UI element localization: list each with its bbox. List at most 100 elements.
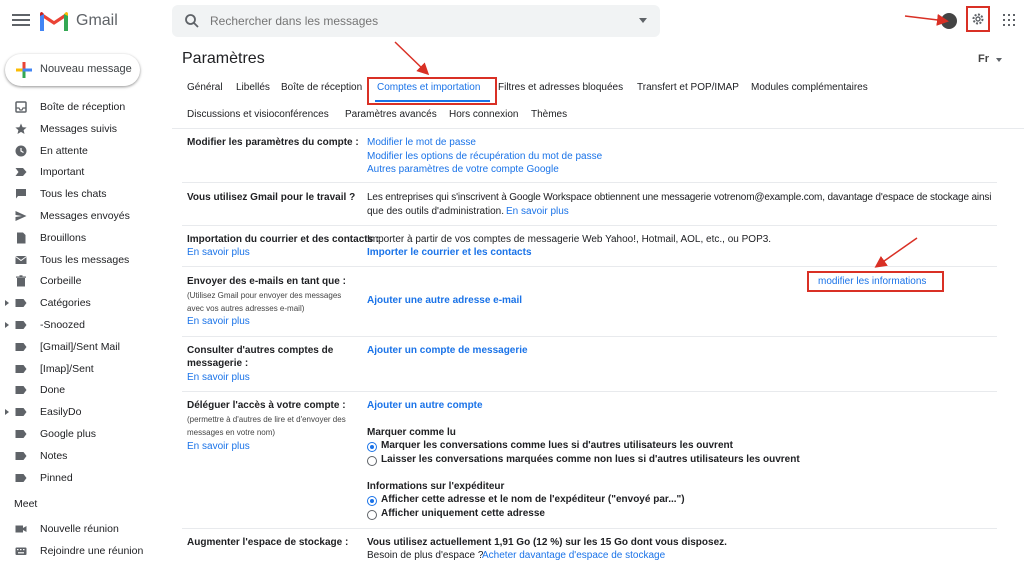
google-apps-icon[interactable] — [1003, 14, 1015, 26]
show-sender-radio[interactable] — [367, 496, 377, 506]
label-icon — [15, 299, 27, 308]
sidebar-item-label: Pinned — [40, 471, 73, 484]
import-mail-contacts-link[interactable]: Importer le courrier et les contacts — [367, 247, 532, 258]
settings-tab[interactable]: Paramètres avancés — [345, 109, 437, 120]
sidebar-item[interactable]: Done — [0, 379, 170, 401]
mail-icon — [15, 255, 27, 264]
label-icon — [15, 386, 27, 395]
sidebar-item[interactable]: [Imap]/Sent — [0, 358, 170, 380]
meet-section-title: Meet — [14, 498, 38, 510]
sidebar-item[interactable]: Catégories — [0, 292, 170, 314]
label-icon — [15, 429, 27, 438]
page-title: Paramètres — [182, 50, 265, 67]
language-selector[interactable]: Fr — [978, 53, 989, 65]
add-mail-account-link[interactable]: Ajouter un compte de messagerie — [367, 345, 528, 356]
settings-tab[interactable]: Général — [187, 82, 223, 93]
settings-tab[interactable]: Boîte de réception — [281, 82, 362, 93]
sidebar-item[interactable]: Important — [0, 161, 170, 183]
sidebar-item-label: EasilyDo — [40, 406, 82, 419]
sidebar-item[interactable]: Messages envoyés — [0, 205, 170, 227]
label-icon — [15, 342, 27, 351]
search-icon[interactable] — [184, 13, 200, 29]
sidebar-item-label: Messages envoyés — [40, 209, 130, 222]
settings-tab[interactable]: Transfert et POP/IMAP — [637, 82, 739, 93]
clock-icon — [15, 145, 27, 157]
settings-tab[interactable]: Thèmes — [531, 109, 567, 120]
show-sender-option-label: Afficher cette adresse et le nom de l'ex… — [381, 494, 685, 505]
keep-unread-option-label: Laisser les conversations marquées comme… — [381, 454, 800, 465]
sidebar-item[interactable]: Pinned — [0, 467, 170, 489]
mark-read-radio[interactable] — [367, 442, 377, 452]
sidebar-item[interactable]: Tous les messages — [0, 249, 170, 271]
meet-item-label: Nouvelle réunion — [40, 523, 119, 535]
send-icon — [15, 210, 27, 221]
sidebar-item[interactable]: Boîte de réception — [0, 96, 170, 118]
sidebar-item[interactable]: Brouillons — [0, 227, 170, 249]
main-menu-button[interactable] — [12, 11, 30, 29]
settings-tab[interactable]: Hors connexion — [449, 109, 518, 120]
import-label: Importation du courrier et des contacts … — [187, 234, 380, 245]
recovery-options-link[interactable]: Modifier les options de récupération du … — [367, 151, 602, 162]
send-as-hint-line2: avec vos autres adresses e-mail) — [187, 304, 305, 313]
check-mail-label-line2: messagerie : — [187, 358, 249, 369]
meet-item[interactable]: Rejoindre une réunion — [0, 540, 170, 560]
draft-icon — [17, 232, 26, 244]
work-description-line1: Les entreprises qui s'inscrivent à Googl… — [367, 192, 992, 203]
compose-button[interactable]: Nouveau message — [5, 54, 140, 86]
delegate-label: Déléguer l'accès à votre compte : — [187, 400, 346, 411]
important-icon — [15, 168, 27, 177]
label-icon — [15, 473, 27, 482]
gmail-logo[interactable]: Gmail — [40, 10, 118, 32]
add-email-address-link[interactable]: Ajouter une autre adresse e-mail — [367, 295, 522, 306]
label-icon — [15, 451, 27, 460]
sidebar-item-label: Done — [40, 384, 66, 397]
sidebar-item[interactable]: Messages suivis — [0, 118, 170, 140]
google-account-link[interactable]: Autres paramètres de votre compte Google — [367, 164, 559, 175]
expand-caret-icon[interactable] — [5, 300, 9, 307]
sidebar-item-label: Catégories — [40, 297, 91, 310]
sidebar-item[interactable]: EasilyDo — [0, 401, 170, 423]
settings-tab[interactable]: Libellés — [236, 82, 270, 93]
sidebar-item[interactable]: Corbeille — [0, 270, 170, 292]
chevron-down-icon[interactable] — [996, 58, 1002, 62]
settings-tab[interactable]: Modules complémentaires — [751, 82, 868, 93]
settings-tab[interactable]: Filtres et adresses bloquées — [498, 82, 623, 93]
sidebar-item-label: Boîte de réception — [40, 101, 126, 113]
sidebar-item[interactable]: [Gmail]/Sent Mail — [0, 336, 170, 358]
settings-gear-button[interactable] — [966, 6, 990, 32]
add-another-account-link[interactable]: Ajouter un autre compte — [367, 400, 483, 411]
divider — [182, 336, 997, 337]
arrow-to-edit-info — [874, 237, 918, 268]
app-name: Gmail — [76, 12, 118, 29]
sidebar-item[interactable]: En attente — [0, 140, 170, 162]
address-only-radio[interactable] — [367, 510, 377, 520]
video-icon — [15, 525, 27, 533]
meet-item[interactable]: Nouvelle réunion — [0, 518, 170, 538]
support-icon[interactable] — [941, 13, 957, 29]
send-as-learn-more-link[interactable]: En savoir plus — [187, 316, 250, 327]
import-learn-more-link[interactable]: En savoir plus — [187, 247, 250, 258]
check-mail-learn-more-link[interactable]: En savoir plus — [187, 372, 250, 383]
sidebar-item[interactable]: Notes — [0, 445, 170, 467]
search-options-icon[interactable] — [639, 18, 647, 23]
keep-unread-radio[interactable] — [367, 456, 377, 466]
settings-tab[interactable]: Discussions et visioconférences — [187, 109, 329, 120]
active-tab-underline — [375, 100, 490, 102]
search-bar — [172, 5, 660, 37]
expand-caret-icon[interactable] — [5, 321, 9, 328]
change-password-link[interactable]: Modifier le mot de passe — [367, 137, 476, 148]
sidebar-item[interactable]: Tous les chats — [0, 183, 170, 205]
delegate-learn-more-link[interactable]: En savoir plus — [187, 441, 250, 452]
plus-icon — [16, 62, 32, 78]
expand-caret-icon[interactable] — [5, 409, 9, 416]
send-as-label: Envoyer des e-mails en tant que : — [187, 276, 346, 287]
search-input[interactable] — [210, 11, 620, 31]
send-as-hint-line1: (Utilisez Gmail pour envoyer des message… — [187, 291, 342, 300]
sidebar-item[interactable]: -Snoozed — [0, 314, 170, 336]
work-learn-more-link[interactable]: En savoir plus — [506, 206, 569, 217]
buy-storage-link[interactable]: Acheter davantage d'espace de stockage — [482, 550, 665, 561]
sidebar-item[interactable]: Google plus — [0, 423, 170, 445]
sidebar-item-label: Tous les chats — [40, 188, 107, 201]
inbox-icon — [15, 101, 27, 113]
meet-item-label: Rejoindre une réunion — [40, 545, 144, 557]
